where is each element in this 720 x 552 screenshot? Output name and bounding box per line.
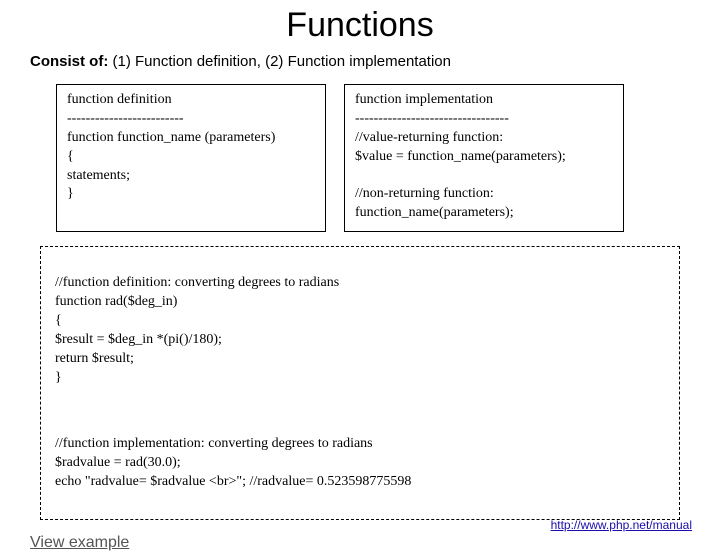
function-definition-box: function definition --------------------… <box>56 84 326 232</box>
subtitle-text: (1) Function definition, (2) Function im… <box>108 53 451 70</box>
spacer <box>55 406 669 416</box>
example-implementation-code: //function implementation: converting de… <box>55 435 669 492</box>
function-implementation-box: function implementation ----------------… <box>344 84 624 232</box>
example-definition-code: //function definition: converting degree… <box>55 274 669 387</box>
example-code-box: //function definition: converting degree… <box>40 246 680 520</box>
subtitle: Consist of: (1) Function definition, (2)… <box>30 53 720 70</box>
php-manual-link[interactable]: http://www.php.net/manual <box>551 518 692 532</box>
page-title: Functions <box>0 6 720 45</box>
definition-boxes-row: function definition --------------------… <box>56 84 680 232</box>
subtitle-label: Consist of: <box>30 53 108 70</box>
view-example-link[interactable]: View example <box>30 534 720 552</box>
